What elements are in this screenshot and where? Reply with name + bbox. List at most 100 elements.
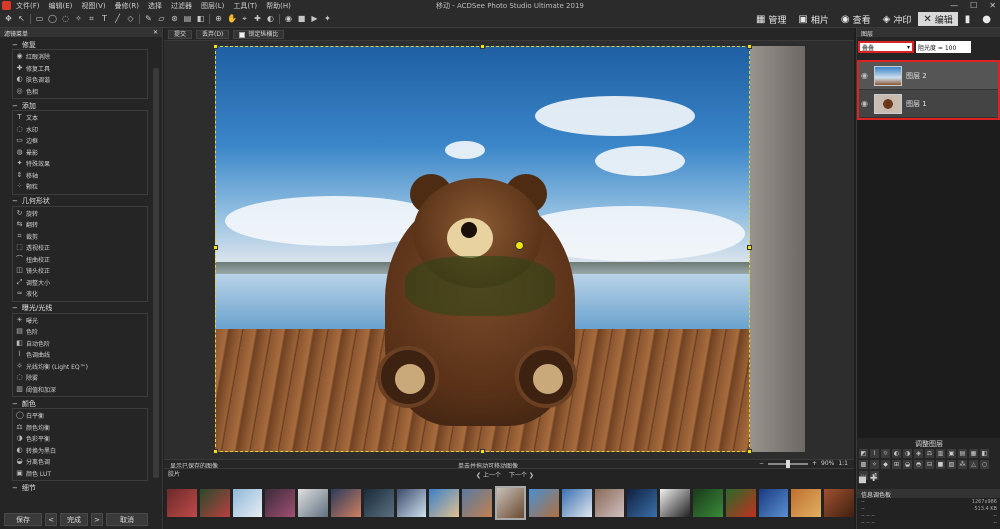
bw-icon[interactable]: ▥ (936, 449, 945, 458)
filter-group-title[interactable]: − 细节 (4, 483, 148, 492)
menu-select[interactable]: 选择 (148, 1, 162, 11)
filter-item[interactable]: ⌗ 裁剪 (16, 231, 147, 243)
filter-item[interactable]: ▥ 阈值和加深 (16, 384, 147, 396)
menu-tools[interactable]: 工具(T) (233, 1, 257, 11)
sharpen-icon[interactable]: △ (969, 460, 978, 469)
mode-view[interactable]: ◉ 查看 (836, 12, 876, 26)
thumbnail[interactable] (363, 489, 394, 517)
mode-develop[interactable]: ◈ 冲印 (878, 12, 917, 26)
thumbnail[interactable] (561, 489, 592, 517)
thumbnail[interactable] (660, 489, 691, 517)
transform-handle[interactable] (213, 44, 218, 49)
filter-item[interactable]: ✚ 修复工具 (16, 63, 147, 75)
commit-button[interactable]: 提交 (168, 30, 193, 39)
thumbnail[interactable] (429, 489, 460, 517)
thumbnail[interactable] (758, 489, 789, 517)
filter-item[interactable]: ⇆ 翻转 (16, 219, 147, 231)
filter-item[interactable]: ⚖ 颜色均衡 (16, 422, 147, 434)
prev-image-button[interactable]: ❮ 上一个 (476, 470, 501, 479)
thumbnail-selected[interactable] (494, 486, 527, 520)
filter-group-title[interactable]: − 几何形状 (4, 197, 148, 206)
photo-filter-icon[interactable]: ▣ (947, 449, 956, 458)
filter-item[interactable]: ≈ 液化 (16, 288, 147, 300)
hand-icon[interactable]: ✋ (227, 14, 237, 24)
collapse-icon[interactable]: − (12, 102, 18, 110)
crop-icon[interactable]: ⌗ (87, 14, 96, 24)
move-tool-icon[interactable]: ✥ (4, 14, 13, 24)
mode-dashboard[interactable]: ▮ (960, 12, 976, 26)
pattern-icon[interactable]: ▧ (947, 460, 956, 469)
filter-item[interactable]: ◉ 红眼消除 (16, 51, 147, 63)
menu-help[interactable]: 帮助(H) (266, 1, 291, 11)
dodge-icon[interactable]: ◐ (266, 14, 275, 24)
hsl-icon[interactable]: ◈ (914, 449, 923, 458)
filter-item[interactable]: ▤ 色阶 (16, 326, 147, 338)
transform-handle[interactable] (747, 245, 752, 250)
filter-group-title[interactable]: − 曝光/光线 (4, 304, 148, 313)
solid-fill-icon[interactable]: ■ (936, 460, 945, 469)
thumbnail[interactable] (330, 489, 361, 517)
eraser-icon[interactable]: ▱ (157, 14, 166, 24)
mode-edit[interactable]: ✕ 编辑 (918, 12, 958, 26)
collapse-icon[interactable]: − (12, 400, 18, 408)
menu-view[interactable]: 视图(V) (81, 1, 105, 11)
filter-item[interactable]: ◧ 自动色阶 (16, 338, 147, 350)
thumbnail[interactable] (594, 489, 625, 517)
select-arrow-icon[interactable]: ↖ (17, 14, 26, 24)
blend-mode-select[interactable]: 叠叠 ▾ (858, 41, 914, 53)
filter-item[interactable]: ⤢ 调整大小 (16, 277, 147, 289)
close-button[interactable]: ✕ (989, 1, 996, 10)
visibility-eye-icon[interactable]: ◉ (861, 71, 870, 80)
threshold-icon[interactable]: ▦ (969, 449, 978, 458)
lock-aspect-checkbox[interactable]: 锁定纵横比 (233, 30, 285, 39)
filter-item[interactable]: T 文本 (16, 112, 147, 124)
heal-icon[interactable]: ✚ (253, 14, 262, 24)
done-button[interactable]: 完成 (60, 513, 88, 526)
layer-row-2[interactable]: ◉ 图层 2 (859, 62, 998, 90)
stop-icon[interactable]: ■ (297, 14, 306, 24)
filter-item[interactable]: ⁘ 颗粒 (16, 181, 147, 193)
menu-repair[interactable]: 叠修(R) (115, 1, 139, 11)
shadows-icon[interactable]: ◒ (903, 460, 912, 469)
transform-handle[interactable] (213, 449, 218, 454)
layer-mask-icon[interactable]: ▅ (859, 474, 866, 484)
thumbnail[interactable] (396, 489, 427, 517)
play-icon[interactable]: ▶ (310, 14, 319, 24)
highlights-icon[interactable]: ◓ (914, 460, 923, 469)
menu-edit[interactable]: 编辑(E) (49, 1, 73, 11)
maximize-button[interactable]: ☐ (970, 1, 977, 10)
discard-button[interactable]: 丢弃(D) (196, 30, 230, 39)
filter-item[interactable]: ⌒ 扭曲校正 (16, 254, 147, 266)
thumbnail[interactable] (199, 489, 230, 517)
next-button[interactable]: > (91, 513, 103, 526)
invert-icon[interactable]: ◧ (980, 449, 989, 458)
filter-item[interactable]: ◒ 分离色调 (16, 456, 147, 468)
rect-select-icon[interactable]: ▭ (35, 14, 44, 24)
transform-handle[interactable] (480, 449, 485, 454)
lasso-icon[interactable]: ◌ (61, 14, 70, 24)
transform-handle[interactable] (747, 449, 752, 454)
filter-item[interactable]: ◐ 肤色调谐 (16, 74, 147, 86)
color-swatch-icon[interactable]: ◧ (196, 14, 205, 24)
thumbnail[interactable] (627, 489, 658, 517)
filter-group-title[interactable]: − 修复 (4, 40, 148, 49)
zoom-out-icon[interactable]: − (759, 460, 764, 467)
thumbnail[interactable] (529, 489, 559, 517)
brush-icon[interactable]: ✎ (144, 14, 153, 24)
minimize-button[interactable]: — (950, 1, 958, 10)
eyedropper-icon[interactable]: ⌖ (240, 14, 249, 24)
opacity-field[interactable]: 阻光度 = 100 (916, 41, 971, 53)
filter-item[interactable]: ◫ 镜头校正 (16, 265, 147, 277)
thumbnail[interactable] (462, 489, 492, 517)
zoom-value[interactable]: 90% (821, 460, 834, 467)
collapse-icon[interactable]: − (12, 197, 18, 205)
fx-icon[interactable]: ✦ (323, 14, 332, 24)
filter-item[interactable]: ◌ 除雾 (16, 372, 147, 384)
panel-close-icon[interactable]: ✕ (153, 29, 158, 36)
contrast-icon[interactable]: ◑ (903, 449, 912, 458)
thumbnail[interactable] (693, 489, 723, 517)
transform-handle[interactable] (480, 44, 485, 49)
color-balance-icon[interactable]: ⚖ (925, 449, 934, 458)
lut-icon[interactable]: ⊟ (925, 460, 934, 469)
canvas-workspace[interactable] (164, 41, 854, 459)
